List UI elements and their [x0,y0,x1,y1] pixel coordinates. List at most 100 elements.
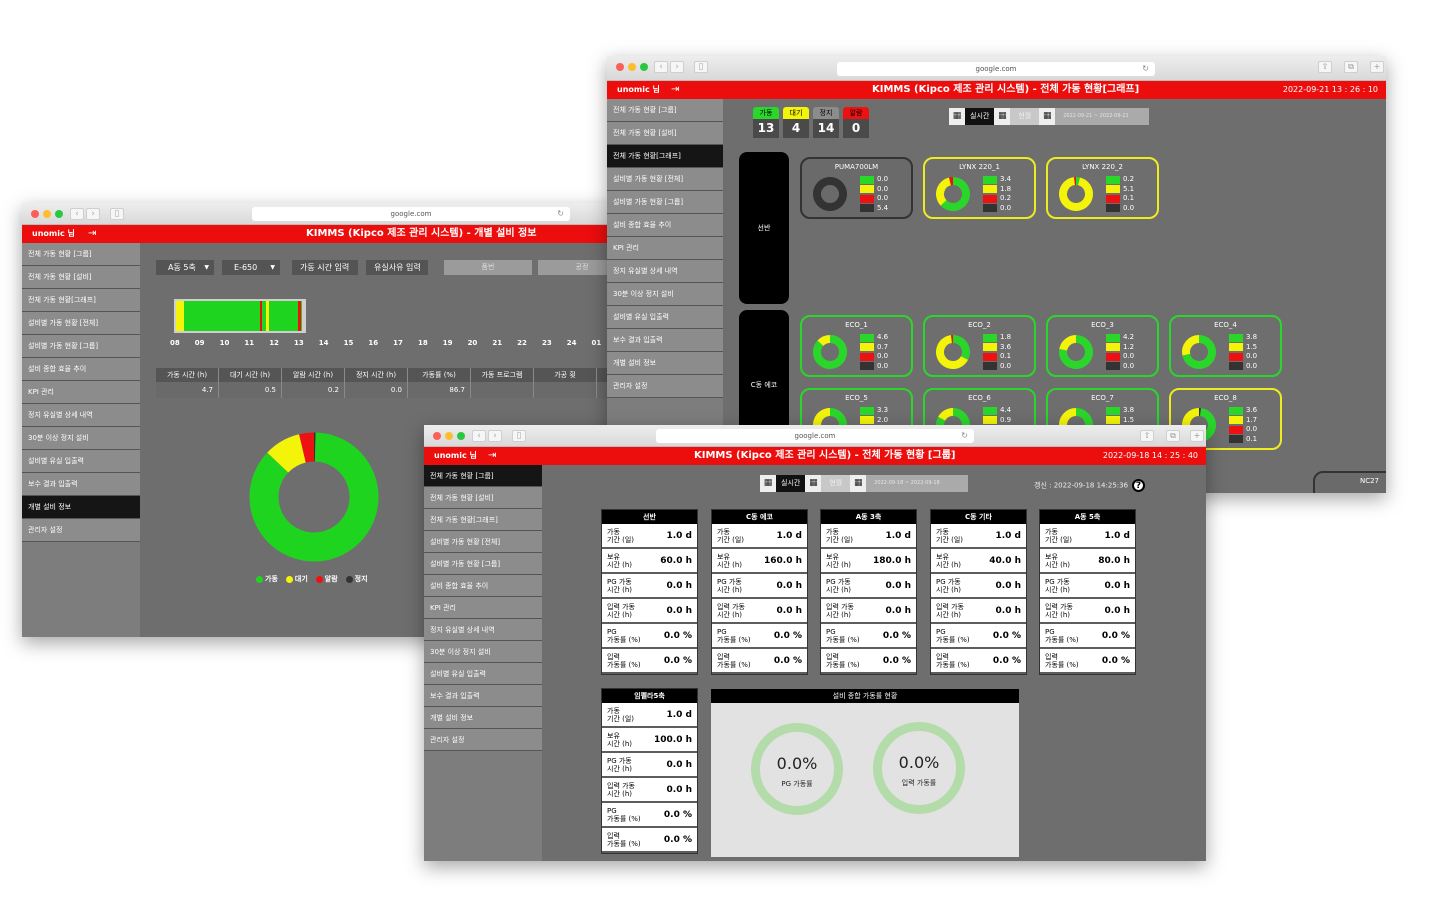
sidebar-item[interactable]: 설비별 유실 입출력 [607,306,723,329]
sidebar-item[interactable]: 설비별 유실 입출력 [22,450,140,473]
calendar-icon[interactable]: ▦ [1039,108,1056,125]
sidebar-item[interactable]: 설비별 가동 현황 [전체] [22,312,140,335]
sidebar-item[interactable]: 전체 가동 현황 [그룹] [22,243,140,266]
sidebar-item[interactable]: 개별 설비 정보 [22,496,140,519]
sidebar-item[interactable]: 개별 설비 정보 [607,352,723,375]
help-icon[interactable]: ? [1132,479,1146,492]
sidebar-item[interactable]: 설비별 유실 입출력 [424,663,542,685]
logout-icon[interactable]: ⇥ [88,225,96,243]
back-icon[interactable]: ‹ [654,61,668,73]
close-window-button[interactable] [616,63,624,71]
sidebar-item[interactable]: 전체 가동 현황 [그룹] [424,465,542,487]
sidebar-item[interactable]: 정지 유실별 상세 내역 [607,260,723,283]
machine-select[interactable]: E-650 ▼ [222,260,280,275]
sidebar-item[interactable]: 전체 가동 현황 [설비] [22,266,140,289]
calendar-icon[interactable]: ▦ [760,475,776,492]
sidebar-item[interactable]: 전체 가동 현황 [설비] [607,122,723,145]
current-month-button[interactable]: 현월 [1010,108,1040,125]
forward-icon[interactable]: › [670,61,684,73]
machine-card[interactable]: ECO_2 1.8 3.6 0.1 0.0 [923,315,1036,377]
sidebar-item[interactable]: 설비 종합 효율 추이 [424,575,542,597]
status-badge[interactable]: 정지 14 [813,107,839,138]
machine-card[interactable]: LYNX 220_1 3.4 1.8 0.2 0.0 [923,157,1036,219]
new-tab-icon[interactable]: + [1370,61,1384,73]
share-icon[interactable]: ⇧ [1140,430,1154,442]
sidebar-item[interactable]: 개별 설비 정보 [424,707,542,729]
sidebar-item[interactable]: 설비 종합 효율 추이 [607,214,723,237]
calendar-icon[interactable]: ▦ [850,475,867,492]
runtime-input-button[interactable]: 가동 시간 입력 [292,260,358,275]
sidebar-item[interactable]: 설비 종합 효율 추이 [22,358,140,381]
sidebar-item[interactable]: 설비별 가동 현황 [전체] [607,168,723,191]
logout-icon[interactable]: ⇥ [488,447,496,465]
maximize-window-button[interactable] [640,63,648,71]
date-range-field[interactable]: 2022-09-18 ~ 2022-09-18 [866,475,969,492]
sidebar-item[interactable]: 30분 이상 정지 설비 [424,641,542,663]
machine-card[interactable]: PUMA700LM 0.0 0.0 0.0 5.4 [800,157,913,219]
sidebar-item[interactable]: 보수 결과 입출력 [22,473,140,496]
sidebar-item[interactable]: 30분 이상 정지 설비 [22,427,140,450]
loss-reason-button[interactable]: 유실사유 입력 [366,260,428,275]
minimize-window-button[interactable] [43,210,51,218]
group-select[interactable]: A동 5축 ▼ [156,260,214,275]
realtime-button[interactable]: 실시간 [776,475,806,492]
sidebar-item[interactable]: 설비별 가동 현황 [그룹] [607,191,723,214]
sidebar-item[interactable]: 관리자 설정 [607,375,723,398]
sidebar-item[interactable]: 정지 유실별 상세 내역 [22,404,140,427]
status-badge[interactable]: 가동 13 [753,107,779,138]
calendar-icon[interactable]: ▦ [949,108,965,125]
current-month-button[interactable]: 현월 [821,475,851,492]
sidebar-item[interactable]: 30분 이상 정지 설비 [607,283,723,306]
share-icon[interactable]: ⇧ [1318,61,1332,73]
machine-card[interactable]: ECO_3 4.2 1.2 0.0 0.0 [1046,315,1159,377]
sidebar-item[interactable]: 전체 가동 현황[그래프] [424,509,542,531]
machine-card-partial[interactable]: NC27 [1313,471,1386,493]
minimize-window-button[interactable] [628,63,636,71]
sidebar-item[interactable]: KPI 관리 [22,381,140,404]
product-number-field[interactable]: 품번 [444,260,532,275]
sidebar-item[interactable]: 관리자 설정 [424,729,542,751]
close-window-button[interactable] [31,210,39,218]
machine-card[interactable]: ECO_4 3.8 1.5 0.0 0.0 [1169,315,1282,377]
sidebar-item[interactable]: 정지 유실별 상세 내역 [424,619,542,641]
address-bar[interactable]: google.com ↻ [656,429,974,443]
sidebar-item[interactable]: 전체 가동 현황[그래프] [22,289,140,312]
reload-icon[interactable]: ↻ [961,429,968,443]
sidebar-item[interactable]: 설비별 가동 현황 [그룹] [424,553,542,575]
maximize-window-button[interactable] [55,210,63,218]
back-icon[interactable]: ‹ [472,430,486,442]
maximize-window-button[interactable] [457,432,465,440]
reload-icon[interactable]: ↻ [557,207,564,221]
new-tab-icon[interactable]: + [1190,430,1204,442]
sidebar-item[interactable]: 전체 가동 현황[그래프] [607,145,723,168]
sidebar-item[interactable]: 설비별 가동 현황 [그룹] [22,335,140,358]
forward-icon[interactable]: › [86,208,100,220]
back-icon[interactable]: ‹ [70,208,84,220]
address-bar[interactable]: google.com ↻ [252,207,570,221]
logout-icon[interactable]: ⇥ [671,81,679,99]
address-bar[interactable]: google.com ↻ [837,62,1155,76]
machine-card[interactable]: LYNX 220_2 0.2 5.1 0.1 0.0 [1046,157,1159,219]
status-badge[interactable]: 대기 4 [783,107,809,138]
realtime-button[interactable]: 실시간 [965,108,995,125]
sidebar-item[interactable]: 전체 가동 현황 [설비] [424,487,542,509]
machine-card[interactable]: ECO_1 4.6 0.7 0.0 0.0 [800,315,913,377]
tabs-icon[interactable]: ⧉ [1344,61,1358,73]
sidebar-item[interactable]: KPI 관리 [607,237,723,260]
sidebar-item[interactable]: 관리자 설정 [22,519,140,542]
sidebar-toggle-icon[interactable]: ▯ [694,61,708,73]
forward-icon[interactable]: › [488,430,502,442]
calendar-icon[interactable]: ▦ [994,108,1011,125]
sidebar-item[interactable]: 보수 결과 입출력 [607,329,723,352]
status-badge[interactable]: 알람 0 [843,107,869,138]
sidebar-item[interactable]: 보수 결과 입출력 [424,685,542,707]
sidebar-toggle-icon[interactable]: ▯ [110,208,124,220]
reload-icon[interactable]: ↻ [1142,62,1149,76]
sidebar-item[interactable]: 설비별 가동 현황 [전체] [424,531,542,553]
calendar-icon[interactable]: ▦ [805,475,822,492]
minimize-window-button[interactable] [445,432,453,440]
tabs-icon[interactable]: ⧉ [1166,430,1180,442]
date-range-field[interactable]: 2022-09-21 ~ 2022-09-21 [1055,108,1150,125]
sidebar-item[interactable]: 전체 가동 현황 [그룹] [607,99,723,122]
sidebar-item[interactable]: KPI 관리 [424,597,542,619]
